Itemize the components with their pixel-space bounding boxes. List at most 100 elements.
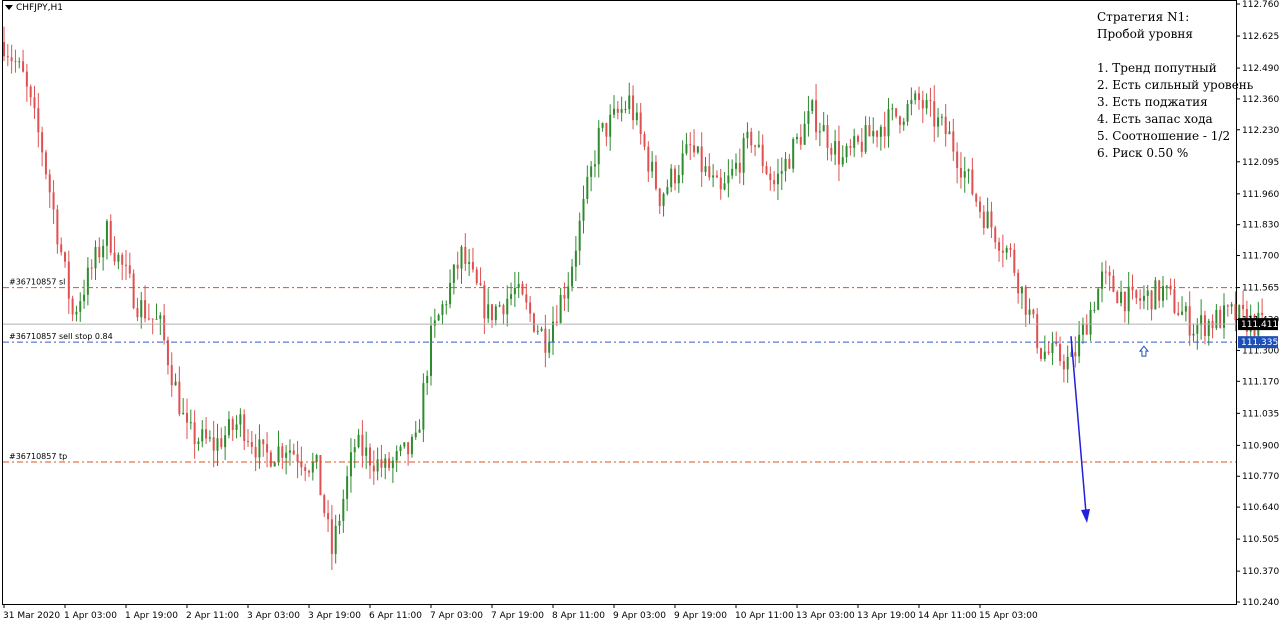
candle-body: [296, 454, 299, 462]
candle: [18, 57, 21, 69]
candle-body: [6, 56, 9, 58]
y-tick-label: 110.900: [1242, 441, 1279, 451]
chevron-down-icon[interactable]: [5, 5, 13, 10]
candle: [959, 152, 962, 189]
candle: [582, 185, 585, 234]
candle-body: [468, 262, 471, 264]
candle-body: [1142, 295, 1145, 301]
candle-body: [418, 429, 421, 433]
candle-body: [1158, 280, 1161, 301]
candle: [849, 138, 852, 156]
candle: [723, 172, 726, 191]
candle-body: [746, 131, 749, 139]
candle: [102, 239, 105, 271]
candle: [796, 133, 798, 144]
candle: [433, 308, 436, 338]
candle-body: [837, 141, 840, 165]
candle-body: [708, 166, 711, 178]
candle: [544, 314, 547, 368]
candle-body: [174, 381, 177, 386]
candle-body: [98, 246, 101, 258]
candle: [22, 49, 25, 73]
candle: [327, 500, 330, 533]
candle-body: [44, 152, 47, 175]
y-tick-label: 111.830: [1242, 221, 1279, 231]
candle: [277, 430, 280, 466]
time-axis[interactable]: 31 Mar 2020 1 Apr 03:00 1 Apr 19:00 2 Apr 1…: [3, 604, 1038, 621]
candle: [1173, 278, 1176, 315]
x-tick-label: 13 Apr 03:00: [796, 611, 855, 621]
strategy-title: Стратегия N1:: [1097, 10, 1190, 24]
candle: [1001, 234, 1004, 268]
candle-body: [250, 441, 253, 447]
candle-body: [262, 439, 265, 445]
y-tick-label: 112.760: [1242, 0, 1279, 10]
candle-body: [71, 298, 74, 315]
candle-body: [780, 171, 783, 174]
candle-body: [197, 441, 200, 445]
candle: [1207, 318, 1210, 346]
candle: [471, 247, 474, 273]
candle-body: [834, 141, 837, 155]
candle-body: [864, 125, 867, 152]
candle: [799, 124, 802, 150]
candle-body: [1097, 288, 1100, 310]
candle: [48, 169, 51, 208]
candle-body: [376, 459, 379, 472]
strategy-subtitle: Пробой уровня: [1097, 27, 1193, 41]
symbol-label[interactable]: CHFJPY,H1: [5, 3, 63, 13]
candle: [449, 269, 452, 309]
candle: [647, 141, 650, 183]
candle: [1078, 321, 1081, 364]
candle: [56, 204, 59, 254]
candle-body: [715, 175, 718, 178]
candle-body: [1078, 334, 1081, 357]
y-tick-label: 110.505: [1242, 535, 1279, 545]
candle: [1047, 341, 1050, 356]
candle-body: [308, 470, 310, 473]
candle-body: [818, 131, 821, 133]
candle: [1181, 296, 1184, 316]
candle: [963, 156, 966, 193]
candle-body: [918, 93, 920, 100]
candle: [1020, 286, 1023, 309]
candle-body: [18, 61, 21, 63]
candle-body: [712, 175, 715, 178]
y-tick-label: 111.700: [1242, 252, 1279, 262]
y-tick-label: 110.770: [1242, 472, 1279, 482]
candle-body: [189, 422, 192, 424]
candle-body: [487, 304, 490, 319]
candle: [670, 164, 673, 193]
candle-body: [342, 498, 345, 521]
candle: [37, 93, 40, 148]
candlestick-chart[interactable]: #36710857 sl #36710857 sell stop 0.84 #367…: [0, 0, 1280, 625]
candle-body: [860, 141, 863, 152]
candle-body: [792, 139, 795, 169]
candle: [811, 99, 814, 115]
candle: [1177, 301, 1180, 317]
strategy-item: 4. Есть запас хода: [1097, 112, 1213, 126]
candle: [266, 432, 269, 468]
candle-body: [37, 108, 40, 133]
candle: [109, 214, 112, 256]
candle-body: [826, 125, 829, 148]
candle-body: [700, 146, 703, 173]
candle-body: [1081, 323, 1084, 335]
x-tick-label: 3 Apr 19:00: [308, 611, 361, 621]
candle-body: [1154, 280, 1157, 310]
candle: [1139, 289, 1142, 310]
candle: [654, 155, 657, 191]
candle: [384, 453, 387, 480]
candles: [3, 26, 1264, 570]
y-tick-label: 110.240: [1242, 598, 1279, 608]
candle-body: [483, 285, 486, 319]
candle: [696, 145, 699, 155]
candle-body: [529, 302, 532, 314]
candle-body: [540, 328, 543, 331]
candle: [430, 316, 432, 386]
candle-body: [807, 111, 810, 124]
candle: [620, 96, 623, 122]
candle-body: [79, 301, 82, 312]
candle: [399, 444, 402, 457]
candle: [304, 463, 307, 481]
